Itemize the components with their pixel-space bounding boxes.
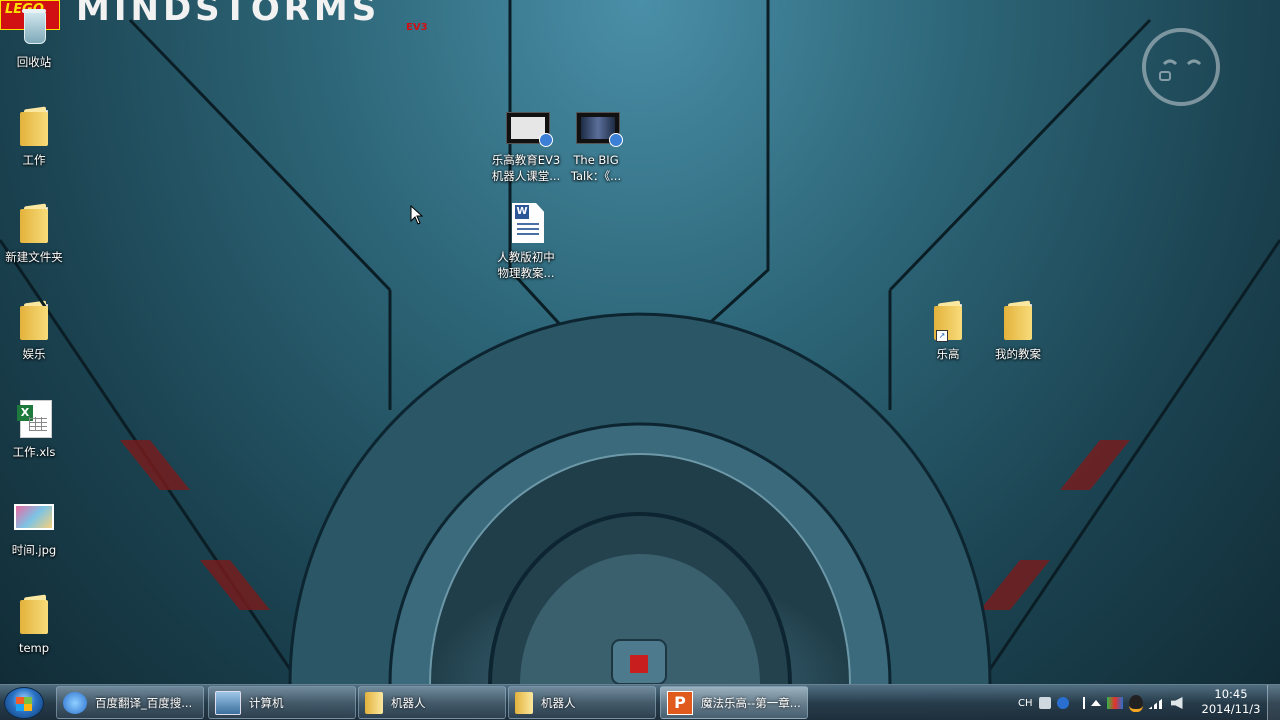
taskbar-clock[interactable]: 10:45 2014/11/3 (1196, 687, 1266, 717)
show-desktop-button[interactable] (1267, 685, 1280, 720)
desktop-icon-label: 时间.jpg (11, 543, 57, 557)
desktop-icon-label: 我的教案 (995, 347, 1041, 361)
system-tray: CH (1018, 685, 1183, 720)
mindstorms-wordmark: MINDSTORMS (76, 0, 381, 29)
mouse-cursor-icon (410, 205, 424, 225)
taskbar-item-robot-folder-2[interactable]: 机器人 (508, 686, 656, 719)
desktop-icon-work-xls[interactable]: 工作.xls (0, 398, 72, 460)
excel-file-icon (17, 400, 52, 438)
taskbar-item-label: 计算机 (249, 695, 284, 710)
desktop-icon-label: 回收站 (16, 55, 52, 69)
taskbar-item-label: 机器人 (391, 695, 426, 710)
app-tray-icon[interactable] (1106, 697, 1123, 709)
desktop-icon-time-jpg[interactable]: 时间.jpg (0, 496, 72, 558)
video-file-icon (576, 112, 623, 147)
ev3-mark: EV3 (406, 22, 428, 33)
taskbar-item-magic-lego-ppt[interactable]: P 魔法乐高--第一章... (660, 686, 808, 719)
computer-icon (215, 690, 241, 715)
desktop-icon-physics-doc[interactable]: 人教版初中物理教案... (488, 203, 564, 281)
windows-logo-icon (16, 697, 32, 711)
ie-browser-icon (63, 691, 87, 714)
folder-icon (20, 600, 48, 634)
folder-icon (365, 691, 383, 714)
show-hidden-icons-icon[interactable] (1090, 700, 1101, 706)
desktop-icon-label: The BIG Talk：《... (570, 153, 622, 183)
desktop-icon-temp-folder[interactable]: temp (0, 594, 72, 656)
desktop-icon-label: 新建文件夹 (5, 250, 63, 264)
desktop-icon-label: 工作 (22, 153, 46, 167)
word-document-icon (512, 203, 544, 243)
desktop-icon-big-talk-video[interactable]: The BIG Talk：《... (558, 106, 634, 184)
desktop-icon-label: 乐高教育EV3 机器人课堂... (491, 153, 561, 183)
desktop-icon-label: 工作.xls (12, 445, 56, 459)
keyboard-icon[interactable] (1038, 697, 1051, 709)
folder-icon (515, 691, 533, 714)
desktop-icon-lego-ev3-video[interactable]: 乐高教育EV3 机器人课堂... (488, 106, 564, 184)
start-button[interactable] (4, 687, 44, 719)
clock-date: 2014/11/3 (1201, 702, 1261, 716)
folder-shortcut-icon: ↗ (934, 304, 962, 342)
desktop-icon-new-folder[interactable]: 新建文件夹 (0, 203, 72, 265)
network-signal-icon[interactable] (1148, 697, 1165, 709)
help-icon[interactable] (1056, 697, 1069, 709)
taskbar-item-robot-folder-1[interactable]: 机器人 (358, 686, 506, 719)
desktop-icon-my-lessons-folder[interactable]: 我的教案 (980, 300, 1056, 362)
folder-icon (20, 110, 48, 146)
clock-time: 10:45 (1214, 687, 1248, 701)
image-file-icon (14, 504, 54, 530)
smiley-face-icon (1142, 28, 1220, 106)
desktop-icon-recycle-bin[interactable]: 回收站 (0, 8, 72, 70)
language-bar-options-icon[interactable] (1075, 697, 1085, 709)
recycle-bin-icon (22, 9, 46, 44)
folder-icon (1004, 304, 1032, 340)
taskbar-item-label: 机器人 (541, 695, 576, 710)
desktop-wallpaper (0, 0, 1280, 684)
volume-icon[interactable] (1170, 697, 1183, 709)
desktop-icon-label: 乐高 (936, 347, 960, 361)
qq-penguin-icon[interactable] (1128, 694, 1143, 712)
taskbar-item-baidu-translate[interactable]: 百度翻译_百度搜... (56, 686, 204, 719)
desktop-icon-lego-folder[interactable]: ↗ 乐高 (910, 300, 986, 362)
taskbar-item-computer[interactable]: 计算机 (208, 686, 356, 719)
taskbar: 百度翻译_百度搜... 计算机 机器人 机器人 P 魔法乐高--第一章... C… (0, 684, 1280, 720)
folder-icon (20, 207, 48, 243)
taskbar-item-label: 百度翻译_百度搜... (95, 695, 193, 710)
video-file-icon (506, 112, 553, 147)
desktop-icon-label: 娱乐 (22, 347, 46, 361)
folder-icon (20, 304, 48, 340)
input-method-indicator[interactable]: CH (1018, 698, 1033, 709)
powerpoint-icon: P (667, 690, 693, 715)
desktop-icon-label: 人教版初中 物理教案... (497, 250, 555, 280)
taskbar-item-label: 魔法乐高--第一章... (701, 695, 801, 710)
desktop-icon-work-folder[interactable]: 工作 (0, 106, 72, 168)
desktop-icon-entertainment-folder[interactable]: 娱乐 (0, 300, 72, 362)
desktop-icon-label: temp (18, 641, 50, 655)
